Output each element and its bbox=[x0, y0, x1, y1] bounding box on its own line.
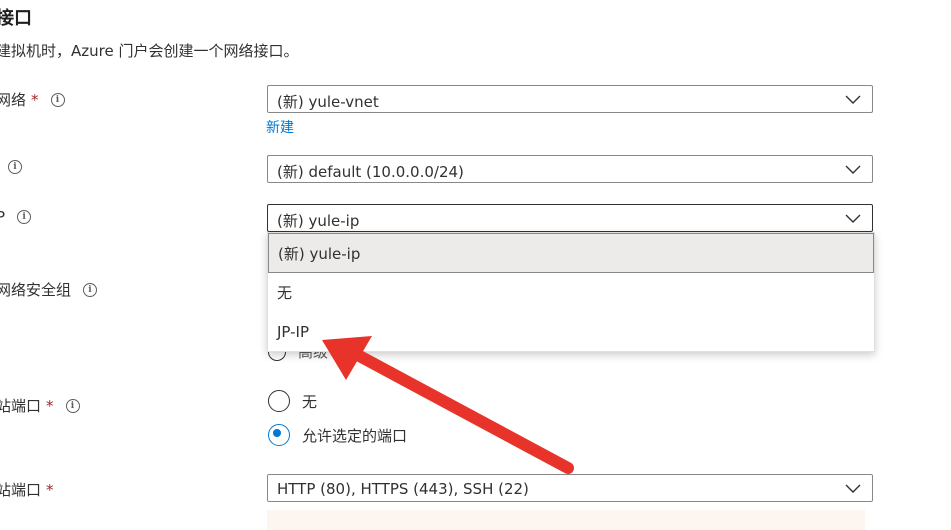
subnet-label-row: i bbox=[0, 160, 22, 174]
subnet-select-value: (新) default (10.0.0.0/24) bbox=[277, 163, 464, 181]
public-ip-dropdown-list: (新) yule-ip 无 JP-IP bbox=[267, 232, 875, 352]
info-icon[interactable]: i bbox=[8, 160, 22, 174]
radio-button[interactable] bbox=[268, 390, 290, 412]
public-ip-select[interactable]: (新) yule-ip bbox=[267, 204, 873, 232]
vnet-label-row: 网络 * i bbox=[0, 89, 65, 110]
public-ip-select-value: (新) yule-ip bbox=[277, 212, 360, 230]
subnet-select[interactable]: (新) default (10.0.0.0/24) bbox=[267, 155, 873, 183]
public-inbound-ports-label: 站端口 bbox=[0, 397, 42, 415]
vnet-select-value: (新) yule-vnet bbox=[277, 93, 379, 111]
section-title: 接口 bbox=[0, 8, 32, 29]
info-icon[interactable]: i bbox=[83, 282, 98, 297]
chevron-down-icon bbox=[845, 214, 861, 223]
chevron-down-icon bbox=[845, 165, 861, 174]
required-marker: * bbox=[46, 480, 54, 499]
required-marker: * bbox=[46, 396, 54, 415]
inbound-none-label: 无 bbox=[302, 392, 318, 411]
warning-banner bbox=[267, 510, 865, 530]
info-icon[interactable]: i bbox=[65, 398, 80, 413]
dropdown-option[interactable]: JP-IP bbox=[268, 312, 874, 352]
info-icon[interactable]: i bbox=[17, 210, 32, 224]
nsg-label-row: 网络安全组 i bbox=[0, 279, 98, 300]
inbound-ports-select[interactable]: HTTP (80), HTTPS (443), SSH (22) bbox=[267, 474, 873, 502]
dropdown-option[interactable]: 无 bbox=[268, 273, 874, 313]
chevron-down-icon bbox=[845, 484, 861, 493]
chevron-down-icon bbox=[845, 95, 861, 104]
section-description: 建拟机时，Azure 门户会创建一个网络接口。 bbox=[0, 42, 299, 60]
radio-button-selected[interactable] bbox=[268, 424, 290, 446]
nsg-label: 网络安全组 bbox=[0, 281, 72, 299]
inbound-ports-select-value: HTTP (80), HTTPS (443), SSH (22) bbox=[277, 480, 529, 498]
inbound-allow-selected-label: 允许选定的端口 bbox=[302, 426, 408, 445]
select-inbound-ports-label: 站端口 bbox=[0, 481, 42, 499]
public-inbound-ports-label-row: 站端口 * i bbox=[0, 395, 80, 416]
required-marker: * bbox=[31, 90, 39, 109]
public-ip-label-row: P i bbox=[0, 208, 32, 226]
vnet-label: 网络 bbox=[0, 91, 27, 109]
vnet-select[interactable]: (新) yule-vnet bbox=[267, 85, 873, 113]
inbound-allow-selected-option[interactable]: 允许选定的端口 bbox=[268, 424, 407, 446]
info-icon[interactable]: i bbox=[50, 92, 65, 107]
inbound-none-option[interactable]: 无 bbox=[268, 390, 317, 412]
select-inbound-ports-label-row: 站端口 * bbox=[0, 479, 54, 500]
create-new-vnet-link[interactable]: 新建 bbox=[266, 117, 294, 137]
public-ip-label: P bbox=[0, 208, 6, 226]
dropdown-option[interactable]: (新) yule-ip bbox=[268, 233, 874, 273]
